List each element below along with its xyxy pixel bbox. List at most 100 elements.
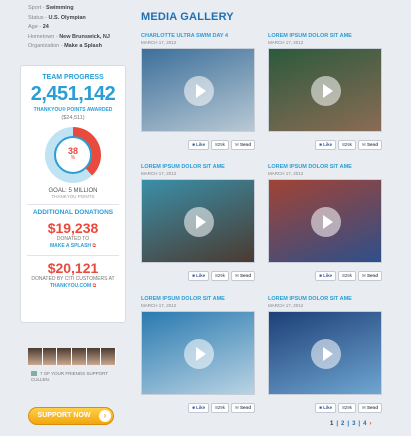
thankyou-link[interactable]: THANKYOU.COM xyxy=(50,283,91,289)
profile-row-organization: Organization - Make a Splash xyxy=(28,43,102,49)
share-bar: ■ Like 829k ✉ Send xyxy=(315,271,382,281)
friends-thumbnails[interactable] xyxy=(28,348,117,365)
page-link-2[interactable]: 2 xyxy=(341,421,344,427)
media-card-date: MARCH 17, 2012 xyxy=(141,40,177,45)
like-count: 829k xyxy=(211,271,229,281)
media-card-date: MARCH 17, 2012 xyxy=(268,303,304,308)
facebook-like-button[interactable]: ■ Like xyxy=(315,271,337,281)
donation2-amount: $20,121 xyxy=(47,260,99,276)
goal-subtext: THANKYOU POINTS xyxy=(51,194,95,199)
media-thumbnail[interactable] xyxy=(268,311,382,395)
friend-avatar[interactable] xyxy=(42,348,58,365)
play-icon[interactable] xyxy=(184,339,214,369)
send-button[interactable]: ✉ Send xyxy=(230,271,255,281)
additional-donations-heading: ADDITIONAL DONATIONS xyxy=(32,209,114,216)
send-button[interactable]: ✉ Send xyxy=(230,403,255,413)
pagination: 1 | 2 | 3 | 4 › xyxy=(330,421,371,427)
media-card-date: MARCH 17, 2012 xyxy=(141,171,177,176)
media-card-date: MARCH 17, 2012 xyxy=(268,171,304,176)
team-progress-panel: TEAM PROGRESS 2,451,142 THANKYOU® POINTS… xyxy=(20,65,126,323)
donation2-label: DONATED BY CITI CUSTOMERS AT xyxy=(31,276,115,282)
share-bar: ■ Like 829k ✉ Send xyxy=(188,271,255,281)
like-count: 829k xyxy=(211,140,229,150)
media-card-title[interactable]: LOREM IPSUM DOLOR SIT AME xyxy=(268,164,386,170)
play-icon[interactable] xyxy=(311,339,341,369)
next-page-icon[interactable]: › xyxy=(369,421,371,427)
media-card-title[interactable]: LOREM IPSUM DOLOR SIT AME xyxy=(268,33,386,39)
facebook-like-button[interactable]: ■ Like xyxy=(315,140,337,150)
share-bar: ■ Like 829k ✉ Send xyxy=(315,403,382,413)
friend-avatar[interactable] xyxy=(101,348,117,365)
media-card[interactable]: LOREM IPSUM DOLOR SIT AME MARCH 17, 2012 ■… xyxy=(141,296,259,413)
friend-avatar[interactable] xyxy=(86,348,102,365)
media-card-title[interactable]: LOREM IPSUM DOLOR SIT AME xyxy=(141,164,259,170)
support-now-label: SUPPORT NOW xyxy=(37,412,91,419)
media-card[interactable]: LOREM IPSUM DOLOR SIT AME MARCH 17, 2012 ■… xyxy=(268,296,386,413)
progress-percent-sign: % xyxy=(70,155,76,161)
divider xyxy=(27,255,119,256)
profile-row-status: Status - U.S. Olympian xyxy=(28,14,86,21)
friend-avatar[interactable] xyxy=(57,348,73,365)
thankyou-link-row: THANKYOU.COM ⧉ xyxy=(21,283,125,290)
send-button[interactable]: ✉ Send xyxy=(357,403,382,413)
points-dollars: ($24,511) xyxy=(61,115,85,121)
send-button[interactable]: ✉ Send xyxy=(230,140,255,150)
pager-separator: | xyxy=(358,421,361,427)
media-card-date: MARCH 17, 2012 xyxy=(268,40,304,45)
page-link-1[interactable]: 1 xyxy=(330,421,333,427)
people-icon xyxy=(31,371,37,377)
page-link-4[interactable]: 4 xyxy=(363,421,366,427)
like-count: 829k xyxy=(338,140,356,150)
play-icon[interactable] xyxy=(311,207,341,237)
donation1-label: DONATED TO xyxy=(56,236,90,242)
send-button[interactable]: ✉ Send xyxy=(357,271,382,281)
share-bar: ■ Like 829k ✉ Send xyxy=(188,140,255,150)
facebook-like-button[interactable]: ■ Like xyxy=(188,403,210,413)
facebook-like-button[interactable]: ■ Like xyxy=(188,271,210,281)
media-thumbnail[interactable] xyxy=(268,48,382,132)
media-card-title[interactable]: LOREM IPSUM DOLOR SIT AME xyxy=(141,296,259,302)
make-a-splash-link[interactable]: MAKE A SPLASH xyxy=(50,243,91,249)
media-card[interactable]: CHARLOTTE ULTRA SWIM DAY 4 MARCH 17, 2012… xyxy=(141,33,259,150)
page-link-3[interactable]: 3 xyxy=(352,421,355,427)
friend-avatar[interactable] xyxy=(28,348,43,365)
divider xyxy=(27,204,119,205)
media-thumbnail[interactable] xyxy=(141,48,255,132)
points-label: THANKYOU® POINTS AWARDED xyxy=(33,107,113,113)
share-bar: ■ Like 829k ✉ Send xyxy=(315,140,382,150)
points-total: 2,451,142 xyxy=(30,83,116,105)
external-link-icon: ⧉ xyxy=(92,243,96,249)
media-card-date: MARCH 17, 2012 xyxy=(141,303,177,308)
athlete-profile: Sport - Swimming Status - U.S. Olympian … xyxy=(28,4,138,52)
media-card-title[interactable]: CHARLOTTE ULTRA SWIM DAY 4 xyxy=(141,33,259,39)
play-icon[interactable] xyxy=(311,76,341,106)
support-now-button[interactable]: SUPPORT NOW › xyxy=(28,407,114,425)
send-button[interactable]: ✉ Send xyxy=(357,140,382,150)
facebook-like-button[interactable]: ■ Like xyxy=(188,140,210,150)
like-count: 829k xyxy=(338,271,356,281)
play-icon[interactable] xyxy=(184,207,214,237)
like-count: 829k xyxy=(211,403,229,413)
external-link-icon: ⧉ xyxy=(92,283,97,289)
media-thumbnail[interactable] xyxy=(141,311,255,395)
media-card-title[interactable]: LOREM IPSUM DOLOR SIT AME xyxy=(268,296,386,302)
profile-row-hometown: Hometown - New Brunswick, NJ xyxy=(28,33,110,40)
progress-gauge: 38 % xyxy=(45,127,101,183)
arrow-right-icon: › xyxy=(99,410,111,422)
media-card[interactable]: LOREM IPSUM DOLOR SIT AME MARCH 17, 2012 ■… xyxy=(141,164,259,281)
team-progress-heading: TEAM PROGRESS xyxy=(42,74,104,81)
profile-row-sport: Sport - Swimming xyxy=(28,5,74,11)
pager-separator: | xyxy=(336,421,339,427)
profile-row-age: Age - 24 xyxy=(28,24,49,30)
pager-separator: | xyxy=(347,421,350,427)
donation1-amount: $19,238 xyxy=(47,220,99,236)
play-icon[interactable] xyxy=(184,76,214,106)
friends-support-text: 7 OF YOUR FRIENDS SUPPORT CULLEN. xyxy=(31,371,109,382)
media-card[interactable]: LOREM IPSUM DOLOR SIT AME MARCH 17, 2012 ■… xyxy=(268,164,386,281)
media-card[interactable]: LOREM IPSUM DOLOR SIT AME MARCH 17, 2012 ■… xyxy=(268,33,386,150)
media-thumbnail[interactable] xyxy=(268,179,382,263)
friend-avatar[interactable] xyxy=(72,348,87,365)
media-thumbnail[interactable] xyxy=(141,179,255,263)
facebook-like-button[interactable]: ■ Like xyxy=(315,403,337,413)
like-count: 829k xyxy=(338,403,356,413)
